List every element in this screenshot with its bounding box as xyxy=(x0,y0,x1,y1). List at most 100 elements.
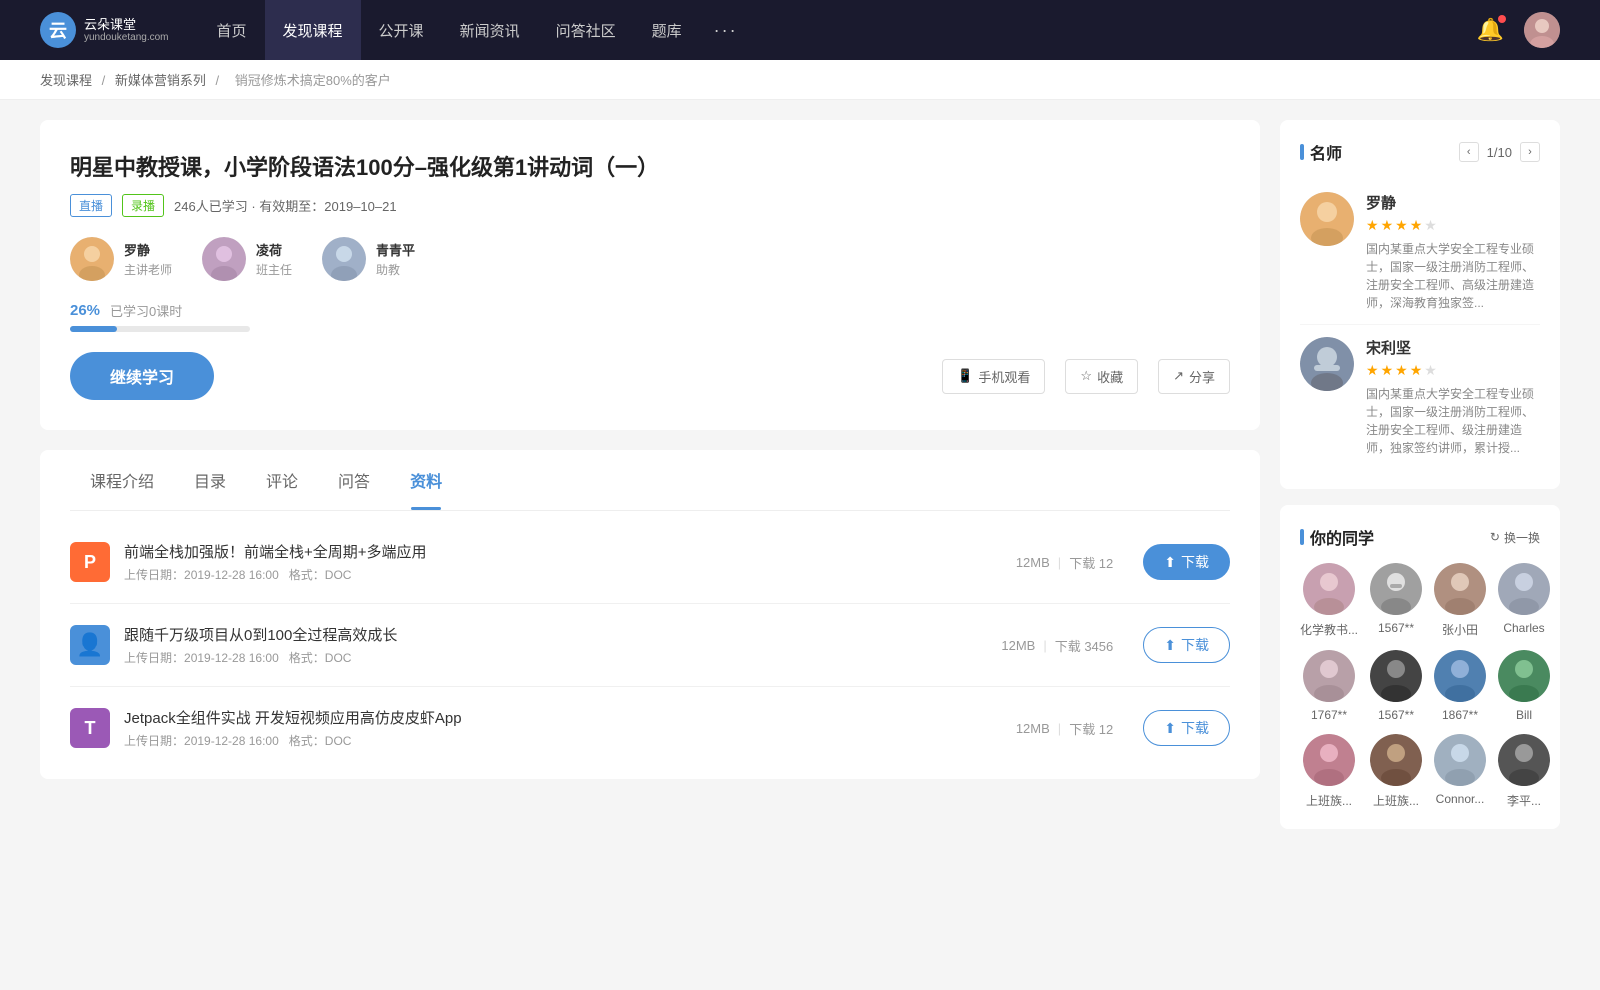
classmate-name-6: 1567** xyxy=(1378,708,1414,722)
download-button-1[interactable]: ⬆ 下载 xyxy=(1143,544,1230,580)
nav-qa[interactable]: 问答社区 xyxy=(538,0,634,60)
classmate-1: 化学教书... xyxy=(1300,563,1358,638)
teacher-role-3: 助教 xyxy=(376,261,415,278)
classmate-avatar-5 xyxy=(1303,650,1355,702)
course-actions: 继续学习 📱 手机观看 ☆ 收藏 ↗ 分享 xyxy=(70,352,1230,400)
resource-info-2: 跟随千万级项目从0到100全过程高效成长 上传日期：2019-12-28 16:… xyxy=(124,624,971,666)
teacher-role-1: 主讲老师 xyxy=(124,261,172,278)
course-tags: 直播 录播 246人已学习 · 有效期至：2019–10–21 xyxy=(70,194,1230,217)
logo[interactable]: 云 云朵课堂 yundouketang.com xyxy=(40,12,169,48)
teacher-card-avatar-2 xyxy=(1300,337,1354,391)
teacher-card-avatar-1 xyxy=(1300,192,1354,246)
classmate-5: 1767** xyxy=(1300,650,1358,722)
resource-name-1: 前端全栈加强版！前端全栈+全周期+多端应用 xyxy=(124,541,986,562)
progress-bar-bg xyxy=(70,326,250,332)
teacher-stars-2: ★ ★ ★ ★ ★ xyxy=(1366,362,1540,379)
course-title: 明星中教授课，小学阶段语法100分–强化级第1讲动词（一） xyxy=(70,150,1230,182)
user-avatar[interactable] xyxy=(1524,12,1560,48)
classmate-name-4: Charles xyxy=(1503,621,1544,635)
breadcrumb-link-series[interactable]: 新媒体营销系列 xyxy=(115,73,206,88)
progress-bar-fill xyxy=(70,326,117,332)
notification-bell[interactable]: 🔔 xyxy=(1477,17,1504,43)
tag-live: 直播 xyxy=(70,194,112,217)
prev-page-button[interactable]: ‹ xyxy=(1459,142,1479,162)
teachers-list: 罗静 主讲老师 凌荷 班主任 xyxy=(70,237,1230,281)
teacher-avatar-2 xyxy=(202,237,246,281)
classmate-7: 1867** xyxy=(1434,650,1486,722)
resource-size-3: 12MB xyxy=(1016,721,1050,736)
resource-icon-1: P xyxy=(70,542,110,582)
share-button[interactable]: ↗ 分享 xyxy=(1158,359,1230,394)
page-indicator: 1/10 xyxy=(1487,145,1512,160)
teacher-card-name-1: 罗静 xyxy=(1366,192,1540,213)
resource-meta-2: 上传日期：2019-12-28 16:00 格式：DOC xyxy=(124,649,971,666)
classmate-name-8: Bill xyxy=(1516,708,1532,722)
classmate-avatar-4 xyxy=(1498,563,1550,615)
nav-news[interactable]: 新闻资讯 xyxy=(442,0,538,60)
resource-info-3: Jetpack全组件实战 开发短视频应用高仿皮皮虾App 上传日期：2019-1… xyxy=(124,707,986,749)
classmate-name-11: Connor... xyxy=(1436,792,1485,806)
download-button-2[interactable]: ⬆ 下载 xyxy=(1143,627,1230,663)
classmate-avatar-7 xyxy=(1434,650,1486,702)
refresh-icon: ↻ xyxy=(1490,530,1500,544)
tab-intro[interactable]: 课程介绍 xyxy=(70,450,174,510)
teacher-name-1: 罗静 xyxy=(124,240,172,259)
teacher-card-name-2: 宋利坚 xyxy=(1366,337,1540,358)
classmates-title: 你的同学 xyxy=(1300,525,1374,549)
teacher-card-info-2: 宋利坚 ★ ★ ★ ★ ★ 国内某重点大学安全工程专业硕士，国家一级注册消防工程… xyxy=(1366,337,1540,457)
tab-catalog[interactable]: 目录 xyxy=(174,450,246,510)
resource-stats-2: 12MB | 下载 3456 xyxy=(1001,636,1113,655)
nav-discover[interactable]: 发现课程 xyxy=(265,0,361,60)
next-page-button[interactable]: › xyxy=(1520,142,1540,162)
classmate-12: 李平... xyxy=(1498,734,1550,809)
teacher-name-2: 凌荷 xyxy=(256,240,292,259)
breadcrumb-current: 销冠修炼术搞定80%的客户 xyxy=(235,73,391,88)
mobile-icon: 📱 xyxy=(957,368,973,384)
continue-study-button[interactable]: 继续学习 xyxy=(70,352,214,400)
resource-list: P 前端全栈加强版！前端全栈+全周期+多端应用 上传日期：2019-12-28 … xyxy=(70,511,1230,779)
download-label-3: 下载 xyxy=(1181,718,1209,738)
classmate-name-2: 1567** xyxy=(1378,621,1414,635)
nav-open-course[interactable]: 公开课 xyxy=(361,0,442,60)
classmates-header: 你的同学 ↻ 换一换 xyxy=(1300,525,1540,549)
notification-dot xyxy=(1498,15,1506,23)
course-meta: 246人已学习 · 有效期至：2019–10–21 xyxy=(174,196,397,215)
resource-info-1: 前端全栈加强版！前端全栈+全周期+多端应用 上传日期：2019-12-28 16… xyxy=(124,541,986,583)
refresh-label: 换一换 xyxy=(1504,529,1540,546)
nav-exam[interactable]: 题库 xyxy=(634,0,700,60)
mobile-watch-button[interactable]: 📱 手机观看 xyxy=(942,359,1045,394)
teacher-3: 青青平 助教 xyxy=(322,237,415,281)
tab-resources[interactable]: 资料 xyxy=(390,450,462,510)
famous-teachers-title: 名师 xyxy=(1300,140,1342,164)
download-button-3[interactable]: ⬆ 下载 xyxy=(1143,710,1230,746)
resource-item-2: 👤 跟随千万级项目从0到100全过程高效成长 上传日期：2019-12-28 1… xyxy=(70,604,1230,687)
collect-button[interactable]: ☆ 收藏 xyxy=(1065,359,1138,394)
refresh-classmates-button[interactable]: ↻ 换一换 xyxy=(1490,529,1540,546)
nav-more[interactable]: ··· xyxy=(700,0,752,60)
nav-home[interactable]: 首页 xyxy=(199,0,265,60)
logo-text: 云朵课堂 xyxy=(84,17,169,33)
tab-comments[interactable]: 评论 xyxy=(246,450,318,510)
resource-name-2: 跟随千万级项目从0到100全过程高效成长 xyxy=(124,624,971,645)
classmate-name-3: 张小田 xyxy=(1442,621,1478,638)
classmate-9: 上班族... xyxy=(1300,734,1358,809)
right-sidebar: 名师 ‹ 1/10 › 罗静 ★ ★ ★ ★ xyxy=(1280,120,1560,845)
teacher-card-1: 罗静 ★ ★ ★ ★ ★ 国内某重点大学安全工程专业硕士，国家一级注册消防工程师… xyxy=(1300,180,1540,325)
classmate-11: Connor... xyxy=(1434,734,1486,809)
tab-qa[interactable]: 问答 xyxy=(318,450,390,510)
breadcrumb: 发现课程 / 新媒体营销系列 / 销冠修炼术搞定80%的客户 xyxy=(0,60,1600,100)
share-icon: ↗ xyxy=(1173,368,1184,384)
classmate-avatar-3 xyxy=(1434,563,1486,615)
star-icon: ☆ xyxy=(1080,368,1092,384)
teacher-card-2: 宋利坚 ★ ★ ★ ★ ★ 国内某重点大学安全工程专业硕士，国家一级注册消防工程… xyxy=(1300,325,1540,469)
resource-size-2: 12MB xyxy=(1001,638,1035,653)
collect-label: 收藏 xyxy=(1097,367,1123,386)
classmate-avatar-1 xyxy=(1303,563,1355,615)
classmate-name-7: 1867** xyxy=(1442,708,1478,722)
teacher-avatar-3 xyxy=(322,237,366,281)
action-buttons: 📱 手机观看 ☆ 收藏 ↗ 分享 xyxy=(942,359,1230,394)
classmate-name-1: 化学教书... xyxy=(1300,621,1358,638)
breadcrumb-link-discover[interactable]: 发现课程 xyxy=(40,73,92,88)
classmate-avatar-10 xyxy=(1370,734,1422,786)
progress-percent: 26% xyxy=(70,302,100,319)
